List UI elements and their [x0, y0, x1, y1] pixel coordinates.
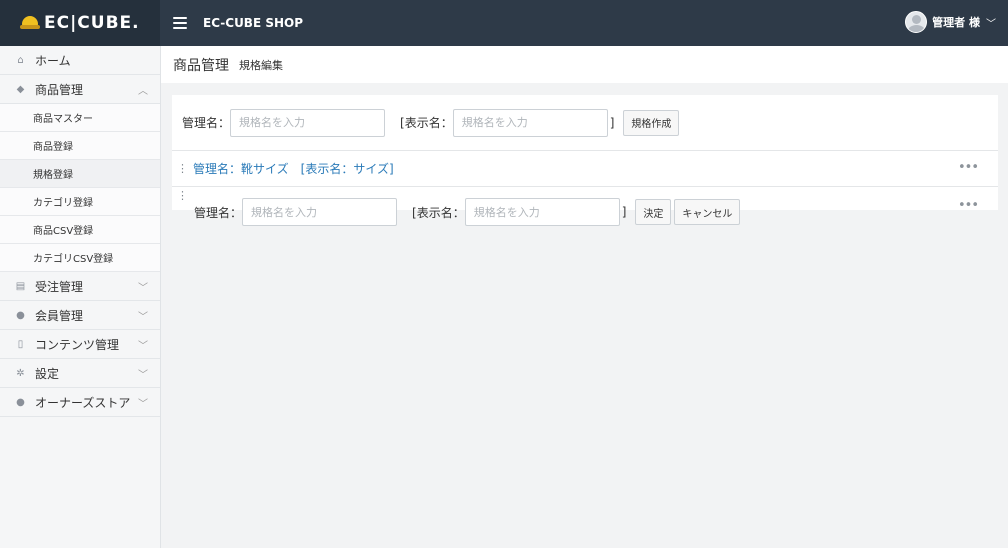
sidebar-item-contents[interactable]: ▯ コンテンツ管理 ﹀ [0, 330, 160, 359]
sidebar-subitem-category-csv[interactable]: カテゴリCSV登録 [0, 244, 160, 272]
logo-text: EC|CUBE. [44, 13, 140, 33]
gear-icon: ✲ [16, 367, 25, 379]
confirm-button[interactable]: 決定 [635, 199, 672, 225]
sidebar-subitem-product-register[interactable]: 商品登録 [0, 132, 160, 160]
logo-hat-icon [20, 16, 40, 30]
sidebar-item-label: 会員管理 [35, 308, 84, 323]
cart-icon: ▤ [15, 280, 26, 292]
sidebar-subitem-category-register[interactable]: カテゴリ登録 [0, 188, 160, 216]
drag-handle-icon[interactable]: ⋮ [172, 189, 193, 209]
edit-class-form: 管理名： [表示名： ] 決定 キャンセル [194, 198, 741, 226]
name-label: 管理名： [182, 116, 231, 130]
page-header: 商品管理 規格編集 [161, 46, 1008, 83]
page-subtitle: 規格編集 [239, 58, 283, 72]
sidebar-item-settings[interactable]: ✲ 設定 ﹀ [0, 359, 160, 388]
home-icon: ⌂ [17, 54, 24, 66]
sidebar-item-label: 設定 [35, 366, 60, 381]
sidebar-subitem-product-master[interactable]: 商品マスター [0, 104, 160, 132]
page-title: 商品管理 [173, 57, 229, 74]
users-icon: ● [16, 309, 25, 321]
logo[interactable]: EC|CUBE. [0, 0, 160, 46]
chevron-down-icon: ﹀ [138, 399, 148, 410]
info-icon: ● [16, 396, 25, 408]
edit-close-bracket: ] [621, 205, 627, 219]
avatar [905, 11, 928, 33]
edit-name-label: 管理名： [194, 205, 243, 220]
sidebar-item-label: オーナーズストア [35, 395, 131, 410]
sidebar-subitem-product-csv[interactable]: 商品CSV登録 [0, 216, 160, 244]
display-name-input[interactable] [452, 108, 608, 137]
edit-name-input[interactable] [242, 198, 398, 226]
sidebar-item-label: コンテンツ管理 [35, 337, 120, 352]
display-name-label: [表示名： [400, 116, 453, 130]
chevron-down-icon: ﹀ [986, 18, 996, 30]
sidebar-item-label: ホーム [35, 53, 71, 68]
chevron-down-icon: ﹀ [138, 312, 148, 323]
more-options-icon[interactable]: ••• [958, 198, 979, 213]
edit-display-name-input[interactable] [464, 198, 620, 226]
create-class-button[interactable]: 規格作成 [623, 109, 680, 136]
top-header: EC|CUBE. EC-CUBE SHOP 管理者 様 ﹀ [0, 0, 1008, 46]
class-card: 管理名： [表示名： ] 規格作成 ⋮ 管理名：靴サイズ [表示名：サイズ] •… [172, 95, 998, 210]
more-options-icon[interactable]: ••• [958, 160, 979, 175]
sidebar-item-label: 商品管理 [35, 82, 84, 97]
sidebar-item-owners-store[interactable]: ● オーナーズストア ﹀ [0, 388, 160, 417]
create-class-form: 管理名： [表示名： ] 規格作成 [172, 95, 998, 151]
cancel-button[interactable]: キャンセル [674, 199, 741, 225]
class-item-link[interactable]: 管理名：靴サイズ [表示名：サイズ] [193, 160, 394, 177]
sidebar-item-label: 受注管理 [35, 279, 84, 294]
user-menu[interactable]: 管理者 様 ﹀ [905, 11, 996, 33]
edit-display-name-label: [表示名： [412, 205, 465, 220]
sidebar-item-home[interactable]: ⌂ ホーム [0, 46, 160, 75]
sidebar: ⌂ ホーム ◆ 商品管理 ︿ 商品マスター 商品登録 規格登録 カテゴリ登録 商… [0, 46, 161, 548]
chevron-down-icon: ﹀ [138, 341, 148, 352]
shop-name[interactable]: EC-CUBE SHOP [203, 16, 303, 30]
sidebar-item-products[interactable]: ◆ 商品管理 ︿ [0, 75, 160, 104]
close-bracket: ] [609, 115, 615, 130]
tag-icon: ◆ [16, 83, 25, 95]
name-input[interactable] [230, 108, 386, 137]
user-name: 管理者 様 [932, 16, 980, 29]
menu-toggle-icon[interactable] [173, 17, 187, 29]
chevron-up-icon: ︿ [138, 86, 148, 97]
sidebar-subitem-class-register[interactable]: 規格登録 [0, 160, 160, 188]
chevron-down-icon: ﹀ [138, 283, 148, 294]
sidebar-item-customers[interactable]: ● 会員管理 ﹀ [0, 301, 160, 330]
chevron-down-icon: ﹀ [138, 370, 148, 381]
sidebar-item-orders[interactable]: ▤ 受注管理 ﹀ [0, 272, 160, 301]
list-item: ⋮ 管理名：靴サイズ [表示名：サイズ] ••• [172, 151, 998, 187]
drag-handle-icon[interactable]: ⋮ [172, 163, 193, 174]
file-icon: ▯ [17, 338, 24, 350]
